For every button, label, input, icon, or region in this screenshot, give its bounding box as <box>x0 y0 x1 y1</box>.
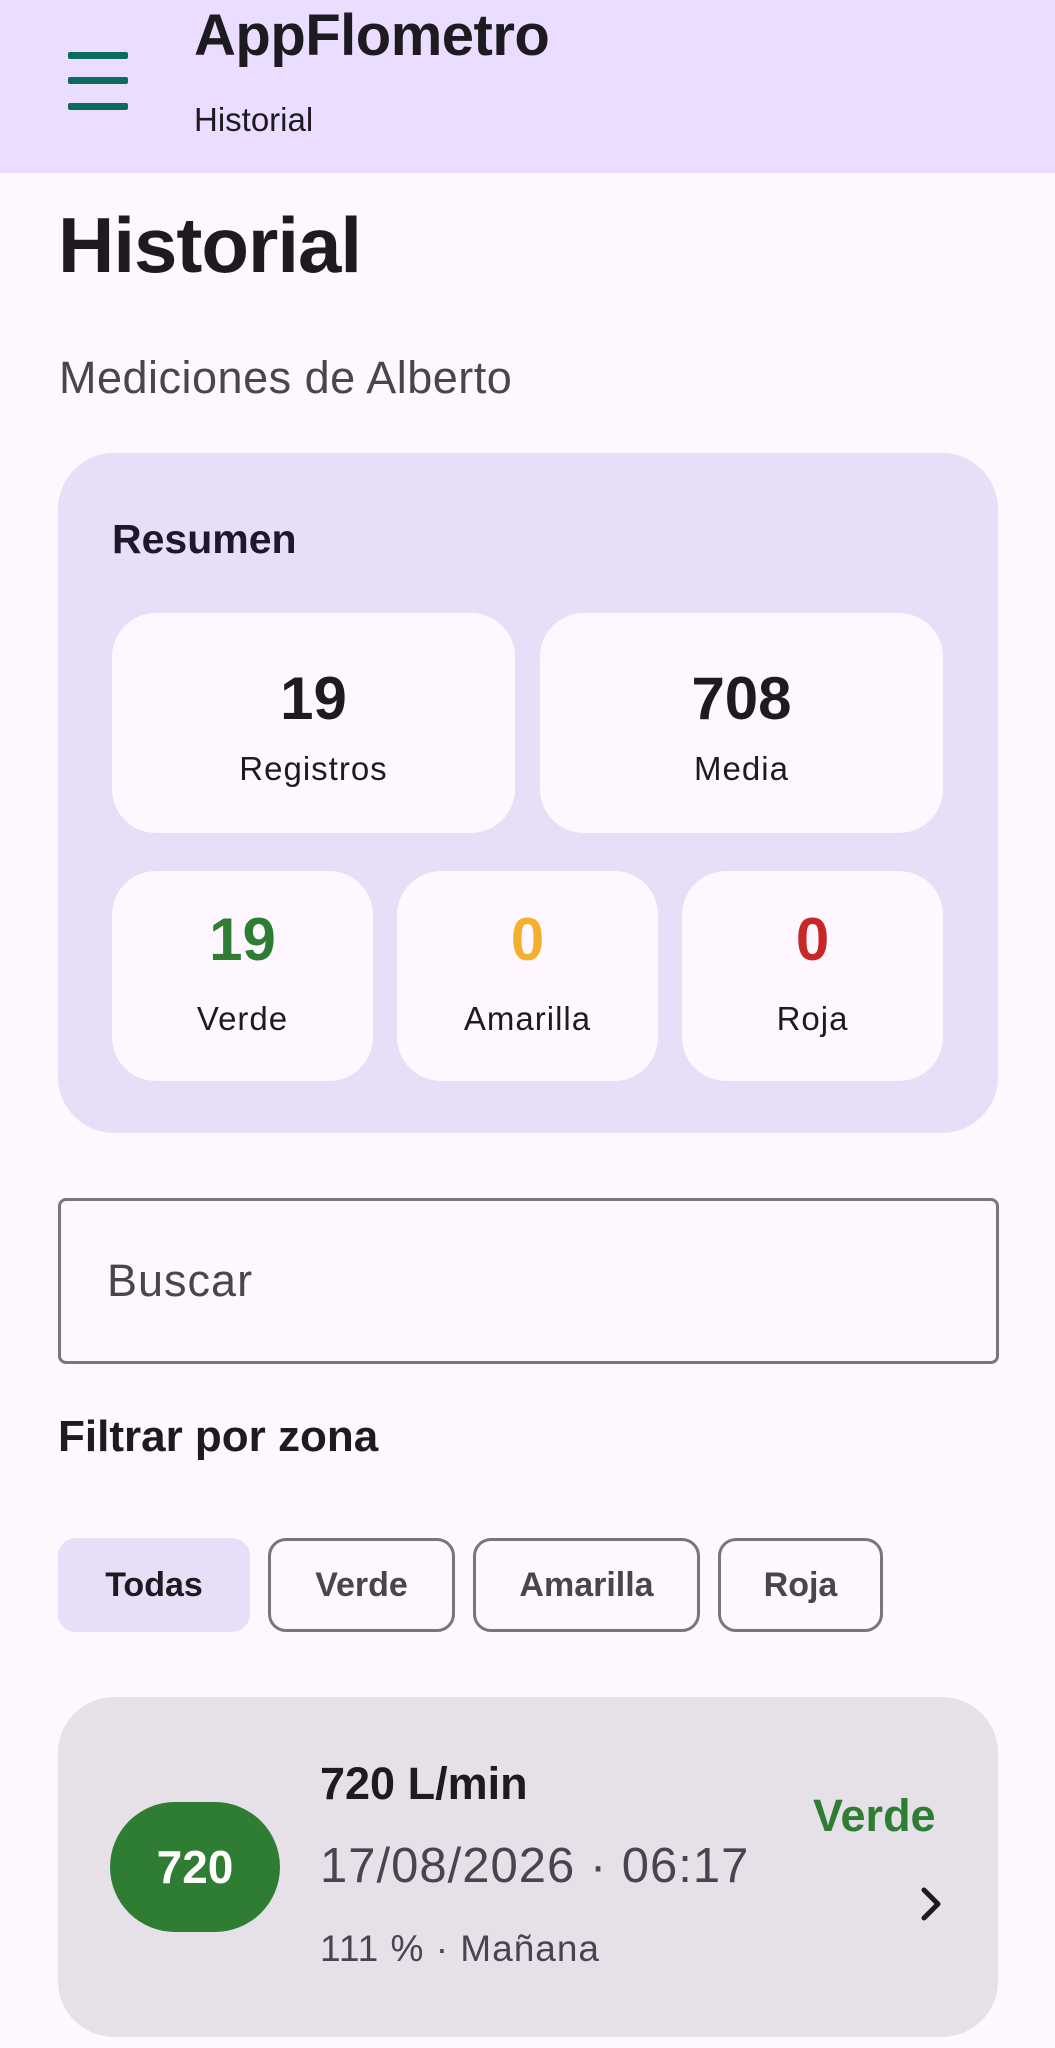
page-subtitle: Mediciones de Alberto <box>59 352 513 403</box>
menu-icon[interactable] <box>68 52 128 110</box>
record-badge: 720 <box>110 1802 280 1932</box>
stat-roja-value: 0 <box>795 906 830 973</box>
stat-media-value: 708 <box>691 665 792 732</box>
stat-roja-label: Roja <box>776 1000 849 1037</box>
stat-registros-label: Registros <box>239 750 388 787</box>
stat-amarilla-value: 0 <box>510 906 545 973</box>
stat-verde-label: Verde <box>196 1000 289 1037</box>
record-zone: Verde <box>813 1790 936 1841</box>
stat-verde: 19 Verde <box>112 871 373 1081</box>
page-title: Historial <box>58 201 362 289</box>
stat-registros-value: 19 <box>280 665 347 732</box>
stat-verde-value: 19 <box>209 906 276 973</box>
search-placeholder: Buscar <box>107 1255 254 1306</box>
filter-title: Filtrar por zona <box>58 1412 379 1461</box>
record-value: 720 L/min <box>320 1758 528 1809</box>
chip-todas[interactable]: Todas <box>58 1538 250 1632</box>
summary-title: Resumen <box>112 516 297 562</box>
app-title: AppFlometro <box>194 3 550 68</box>
top-app-bar: AppFlometro Historial <box>0 0 1055 173</box>
record-datetime: 17/08/2026 · 06:17 <box>320 1839 750 1893</box>
chevron-right-icon[interactable] <box>916 1884 946 1924</box>
stat-registros: 19 Registros <box>112 613 515 833</box>
stat-roja: 0 Roja <box>682 871 943 1081</box>
stat-amarilla: 0 Amarilla <box>397 871 658 1081</box>
search-input[interactable]: Buscar <box>58 1198 999 1364</box>
chip-roja[interactable]: Roja <box>718 1538 883 1632</box>
chip-amarilla[interactable]: Amarilla <box>473 1538 700 1632</box>
app-subtitle: Historial <box>194 101 314 138</box>
stat-media: 708 Media <box>540 613 943 833</box>
record-meta: 111 % · Mañana <box>320 1928 601 1969</box>
chip-verde[interactable]: Verde <box>268 1538 455 1632</box>
stat-amarilla-label: Amarilla <box>463 1000 592 1037</box>
stat-media-label: Media <box>694 750 789 787</box>
